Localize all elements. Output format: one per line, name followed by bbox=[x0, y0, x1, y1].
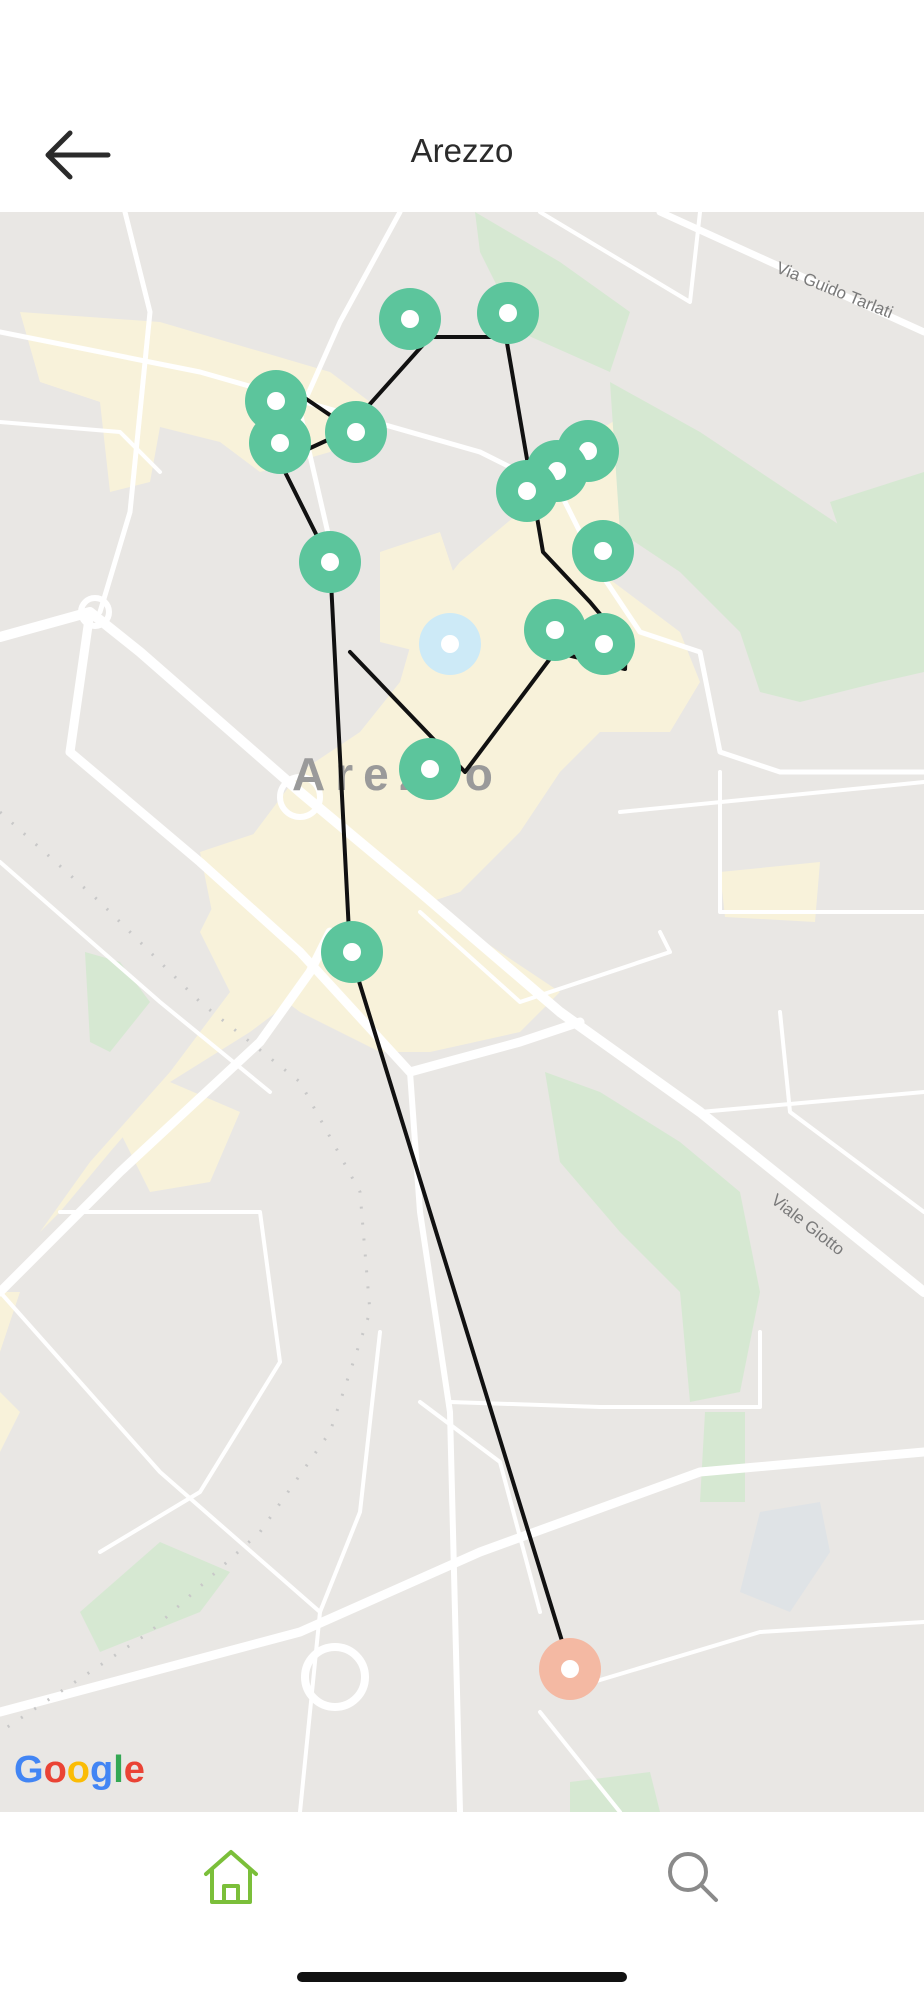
stop-marker[interactable] bbox=[249, 412, 311, 474]
home-icon bbox=[204, 1850, 258, 1904]
svg-text:Google: Google bbox=[14, 1749, 145, 1791]
home-indicator bbox=[297, 1972, 627, 1982]
stop-marker[interactable] bbox=[325, 401, 387, 463]
google-logo: Google bbox=[14, 1749, 145, 1791]
stop-marker[interactable] bbox=[573, 613, 635, 675]
street-label-tarlati: Via Guido Tarlati bbox=[774, 258, 896, 322]
map-view[interactable]: Arezzo Via Guido Tarlati Viale Giotto Go… bbox=[0, 212, 924, 1812]
stop-marker[interactable] bbox=[321, 921, 383, 983]
stop-marker[interactable] bbox=[299, 531, 361, 593]
stop-marker[interactable] bbox=[379, 288, 441, 350]
nav-search-button[interactable] bbox=[658, 1842, 728, 1912]
page-title: Arezzo bbox=[410, 132, 514, 169]
map-canvas[interactable]: Arezzo Via Guido Tarlati Viale Giotto Go… bbox=[0, 212, 924, 1812]
stop-marker[interactable] bbox=[572, 520, 634, 582]
app-header: Arezzo bbox=[0, 0, 924, 212]
current-location-marker[interactable] bbox=[419, 613, 481, 675]
stop-marker[interactable] bbox=[496, 460, 558, 522]
nav-home-button[interactable] bbox=[196, 1842, 266, 1912]
search-icon bbox=[668, 1852, 718, 1902]
city-label: Arezzo bbox=[292, 748, 503, 800]
stop-marker[interactable] bbox=[399, 738, 461, 800]
stop-marker[interactable] bbox=[477, 282, 539, 344]
start-marker[interactable] bbox=[539, 1638, 601, 1700]
